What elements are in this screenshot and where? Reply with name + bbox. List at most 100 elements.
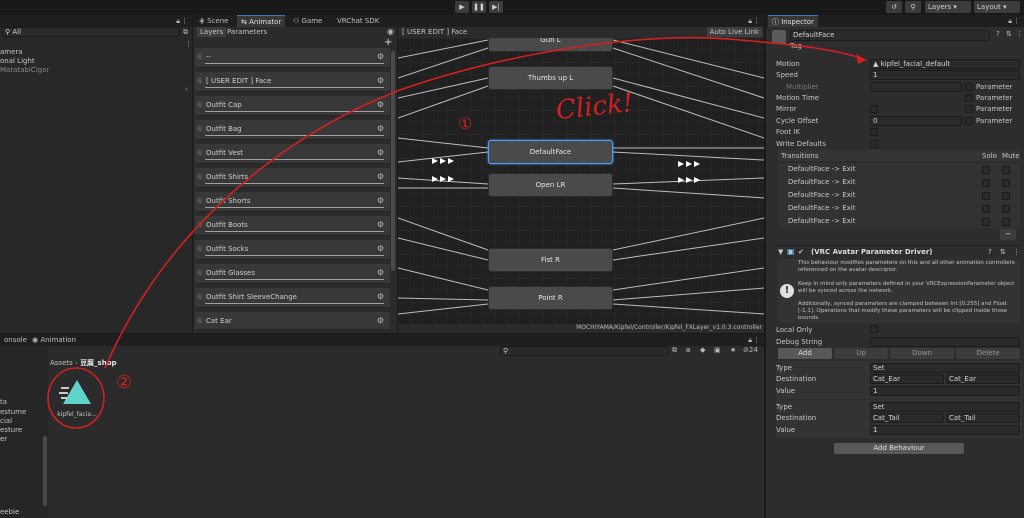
gear-icon[interactable]: ⚙	[377, 196, 384, 205]
type-filter-icon[interactable]: ⧈	[686, 346, 690, 355]
gear-icon[interactable]: ⚙	[377, 268, 384, 277]
layer-item[interactable]: ☰ -- ⚙	[195, 48, 390, 68]
write-defaults-checkbox[interactable]	[870, 140, 878, 148]
transition-row[interactable]: DefaultFace -> Exit	[778, 215, 1020, 228]
state-open-lr[interactable]: Open LR	[488, 173, 613, 197]
destination-dropdown[interactable]: Cat_Tail	[870, 413, 944, 423]
mirror-checkbox[interactable]	[870, 105, 878, 113]
tab-console[interactable]: onsole	[0, 334, 31, 346]
foot-ik-checkbox[interactable]	[870, 128, 878, 136]
cycle-offset-field[interactable]: 0	[870, 116, 962, 126]
grip-icon[interactable]: ☰	[197, 78, 202, 85]
layout-dropdown[interactable]: Layout ▾	[974, 1, 1020, 13]
layer-item[interactable]: ☰ Outfit Boots ⚙	[195, 216, 390, 236]
tab-scene[interactable]: ⋕ Scene	[195, 15, 232, 27]
menu-dots-icon[interactable]: ⋮	[1013, 17, 1020, 25]
gear-icon[interactable]: ⚙	[377, 76, 384, 85]
folder-item[interactable]: esture	[0, 426, 22, 434]
layer-item[interactable]: ☰ Outfit Cap ⚙	[195, 96, 390, 116]
auto-live-link-button[interactable]: Auto Live Link	[706, 27, 762, 37]
hierarchy-item[interactable]: onal Light	[0, 57, 35, 65]
step-button[interactable]: ▶|	[489, 1, 503, 13]
multiplier-dropdown[interactable]	[870, 82, 962, 92]
asset-tile[interactable]: kipfel_facia...	[55, 374, 99, 422]
star-icon[interactable]: ★	[730, 346, 736, 354]
folder-item[interactable]: ta	[0, 398, 7, 406]
settings-icon[interactable]: ⇅	[1000, 248, 1006, 256]
motion-field[interactable]: ▲ kipfel_facial_default	[870, 59, 1020, 69]
add-behaviour-button[interactable]: Add Behaviour	[834, 443, 964, 454]
help-icon[interactable]: ?	[988, 248, 992, 256]
menu-dots-icon[interactable]: ⋮	[181, 17, 188, 25]
grip-icon[interactable]: ☰	[197, 246, 202, 253]
state-gun-l[interactable]: Gun L	[488, 38, 613, 52]
parameters-subtab[interactable]: Parameters	[227, 28, 267, 36]
mute-checkbox[interactable]	[1002, 166, 1010, 174]
value-field[interactable]: 1	[870, 425, 1020, 435]
gear-icon[interactable]: ⚙	[377, 148, 384, 157]
mute-checkbox[interactable]	[1002, 218, 1010, 226]
layer-item[interactable]: ☰ Outfit Shirt SleeveChange ⚙	[195, 288, 390, 308]
save-search-icon[interactable]: ▣	[714, 346, 721, 354]
folder-item[interactable]: er	[0, 435, 7, 443]
gear-icon[interactable]: ⚙	[377, 316, 384, 325]
folder-item[interactable]: eebie	[0, 508, 19, 516]
layers-subtab[interactable]: Layers	[197, 27, 227, 37]
gear-icon[interactable]: ⚙	[377, 100, 384, 109]
destination-dropdown[interactable]: Cat_Ear	[870, 374, 944, 384]
motion-time-parameter-checkbox[interactable]	[965, 94, 973, 102]
mirror-parameter-checkbox[interactable]	[965, 105, 973, 113]
layers-scrollbar[interactable]	[391, 51, 395, 271]
type-dropdown[interactable]: Set	[870, 402, 1020, 412]
label-filter-icon[interactable]: ◆	[700, 346, 705, 354]
remove-transition-button[interactable]: −	[1000, 229, 1016, 240]
layer-item[interactable]: ☰ Cat Ear ⚙	[195, 312, 390, 330]
state-point-r[interactable]: Point R	[488, 286, 613, 310]
grip-icon[interactable]: ☰	[197, 54, 202, 61]
filter-icon[interactable]: ⧉	[183, 28, 188, 37]
menu-dots-icon[interactable]: ⋮	[753, 336, 760, 344]
layer-item[interactable]: ☰ Outfit Glasses ⚙	[195, 264, 390, 284]
layer-item[interactable]: ☰ Outfit Shorts ⚙	[195, 192, 390, 212]
mute-checkbox[interactable]	[1002, 192, 1010, 200]
solo-checkbox[interactable]	[982, 205, 990, 213]
grip-icon[interactable]: ☰	[197, 174, 202, 181]
grip-icon[interactable]: ☰	[197, 126, 202, 133]
state-fist-r[interactable]: Fist R	[488, 248, 613, 272]
multiplier-parameter-checkbox[interactable]	[965, 83, 973, 91]
folder-item[interactable]: cial	[0, 417, 12, 425]
mute-checkbox[interactable]	[1002, 205, 1010, 213]
tab-game[interactable]: ⚇ Game	[289, 15, 326, 27]
layer-item[interactable]: ☰ Outfit Socks ⚙	[195, 240, 390, 260]
layer-item[interactable]: ☰ Outfit Bag ⚙	[195, 120, 390, 140]
filter-icon[interactable]: ⧉	[672, 346, 677, 355]
layers-dropdown[interactable]: Layers ▾	[925, 1, 971, 13]
tab-inspector[interactable]: ⓘ Inspector	[768, 15, 818, 27]
lock-icon[interactable]: 🔒︎	[176, 17, 180, 26]
breadcrumb-folder[interactable]: 豆腐_shop	[80, 359, 116, 367]
solo-checkbox[interactable]	[982, 179, 990, 187]
grip-icon[interactable]: ☰	[197, 150, 202, 157]
cycle-offset-parameter-checkbox[interactable]	[965, 117, 973, 125]
gear-icon[interactable]: ⚙	[377, 52, 384, 61]
solo-checkbox[interactable]	[982, 192, 990, 200]
transition-row[interactable]: DefaultFace -> Exit	[778, 202, 1020, 215]
project-search-input[interactable]: ⚲	[500, 346, 668, 356]
object-name-field[interactable]: DefaultFace	[790, 30, 990, 41]
destination-text-field[interactable]: Cat_Ear	[946, 374, 1020, 384]
down-button[interactable]: Down	[890, 348, 954, 359]
menu-dots-icon[interactable]: ⋮	[753, 17, 760, 25]
delete-button[interactable]: Delete	[956, 348, 1020, 359]
grip-icon[interactable]: ☰	[197, 198, 202, 205]
pause-button[interactable]: ❚❚	[472, 1, 486, 13]
search-icon[interactable]: ⚲	[905, 1, 921, 13]
layer-item-selected[interactable]: ☰ [ USER EDIT ] Face ⚙	[195, 72, 390, 92]
hidden-eye-icon[interactable]: ⊘24	[743, 346, 758, 354]
layer-item[interactable]: ☰ Outfit Vest ⚙	[195, 144, 390, 164]
speed-field[interactable]: 1	[870, 70, 1020, 80]
solo-checkbox[interactable]	[982, 218, 990, 226]
menu-dots-icon[interactable]: ⋮	[1016, 30, 1023, 38]
lock-icon[interactable]: 🔒︎	[748, 336, 752, 345]
add-layer-icon[interactable]: +	[384, 37, 392, 48]
gear-icon[interactable]: ⚙	[377, 220, 384, 229]
